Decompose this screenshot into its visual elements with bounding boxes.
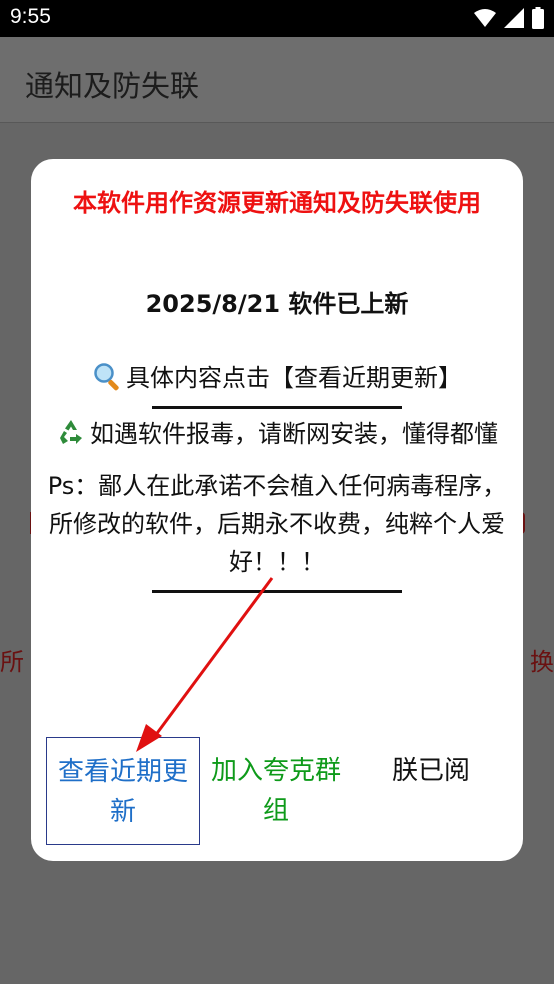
signal-icon [504, 8, 524, 28]
view-recent-updates-button[interactable]: 查看近期更新 [46, 737, 200, 845]
body-line-2-text: 如遇软件报毒，请断网安装，懂得都懂 [90, 420, 498, 448]
magnifier-icon [94, 363, 119, 391]
battery-icon [532, 7, 544, 29]
status-icons [474, 7, 544, 29]
notice-dialog: 本软件用作资源更新通知及防失联使用 2025/8/21 软件已上新 具体内容点击… [31, 159, 523, 861]
body-line-1: 具体内容点击【查看近期更新】 [47, 359, 507, 397]
background-text-right: 换 [530, 648, 554, 676]
dialog-date-line: 2025/8/21 软件已上新 [145, 290, 409, 318]
body-line-1-text: 具体内容点击【查看近期更新】 [126, 364, 462, 392]
dialog-body: 具体内容点击【查看近期更新】 如遇软件报毒，请断网安装，懂得都懂 Ps：鄙人在此… [47, 359, 507, 599]
join-quark-group-button[interactable]: 加入夸克群组 [211, 751, 341, 831]
dialog-buttons: 查看近期更新 加入夸克群组 朕已阅 [31, 737, 523, 847]
status-time: 9:55 [10, 5, 51, 28]
acknowledge-button[interactable]: 朕已阅 [371, 751, 491, 791]
recycle-icon [60, 420, 82, 444]
app-bar: 通知及防失联 [0, 37, 554, 123]
divider-2 [152, 590, 402, 606]
status-bar: 9:55 [0, 0, 554, 37]
body-line-3: Ps：鄙人在此承诺不会植入任何病毒程序，所修改的软件，后期永不收费，纯粹个人爱好… [47, 472, 507, 576]
divider-1 [152, 406, 402, 422]
app-title: 通知及防失联 [25, 69, 200, 103]
wifi-icon [474, 9, 496, 27]
dialog-title: 本软件用作资源更新通知及防失联使用 [73, 189, 481, 217]
background-text-left: 所 [0, 648, 24, 676]
